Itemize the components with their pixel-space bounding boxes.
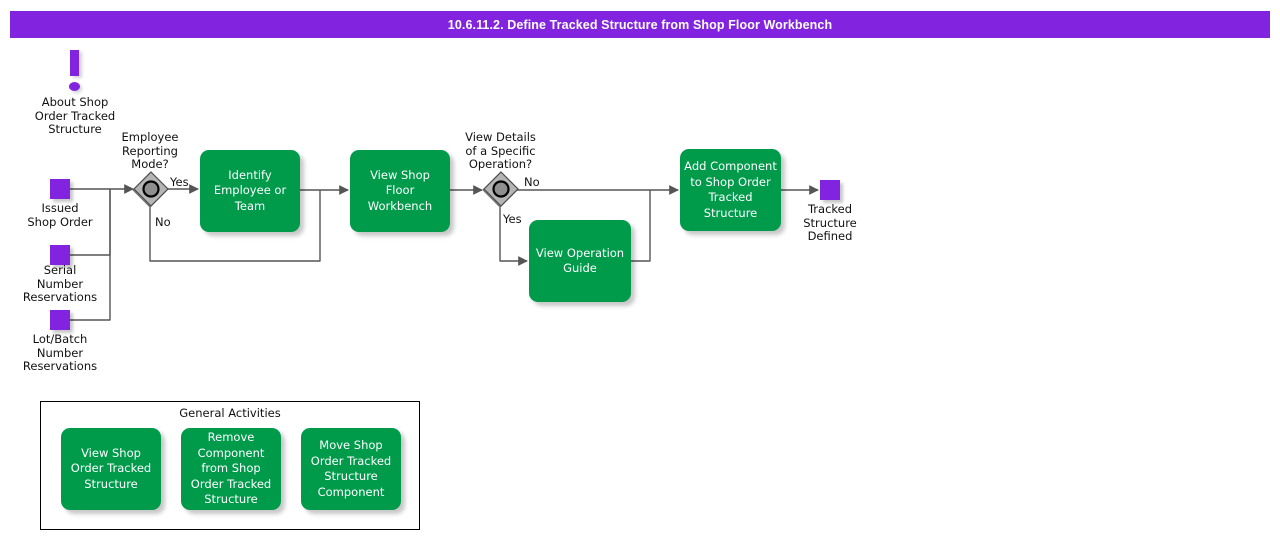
task-move-shop-order-tracked-structure-component[interactable]: Move Shop Order Tracked Structure Compon…: [301, 428, 401, 510]
start-event-label: Issued Shop Order: [27, 201, 93, 229]
gateway-view-details-label: View Details of a Specific Operation?: [465, 130, 536, 171]
exclamation-icon: [70, 50, 79, 76]
task-view-shop-floor-workbench[interactable]: View Shop Floor Workbench: [350, 150, 450, 232]
task-remove-component-from-shop-order-tracked-structure[interactable]: Remove Component from Shop Order Tracked…: [181, 428, 281, 510]
event-square-icon: [50, 310, 70, 330]
task-label: View Shop Floor Workbench: [367, 167, 433, 213]
task-label: Move Shop Order Tracked Structure Compon…: [310, 438, 392, 499]
event-square-icon: [50, 245, 70, 265]
start-event-label: Lot/Batch Number Reservations: [22, 332, 98, 373]
flow-label-employee-no: No: [155, 215, 171, 229]
flow-guide-merge: [631, 190, 651, 262]
task-add-component-to-shop-order-tracked-structure[interactable]: Add Component to Shop Order Tracked Stru…: [680, 149, 781, 231]
end-event-label: Tracked Structure Defined: [803, 202, 857, 243]
diagram-canvas: 10.6.11.2. Define Tracked Structure from…: [0, 0, 1280, 540]
gateway-employee-reporting-mode[interactable]: [131, 170, 171, 210]
task-label: Add Component to Shop Order Tracked Stru…: [684, 159, 777, 220]
page-title-bar: 10.6.11.2. Define Tracked Structure from…: [10, 11, 1270, 38]
task-view-operation-guide[interactable]: View Operation Guide: [529, 220, 631, 302]
start-event-label: Serial Number Reservations: [22, 263, 98, 304]
flow-label-employee-yes: Yes: [170, 175, 189, 189]
task-label: Identify Employee or Team: [213, 167, 287, 213]
event-square-icon: [820, 180, 840, 200]
flow-label-details-yes: Yes: [503, 212, 522, 226]
task-view-shop-order-tracked-structure[interactable]: View Shop Order Tracked Structure: [61, 428, 161, 510]
event-square-icon: [50, 179, 70, 199]
general-activities-panel: General Activities View Shop Order Track…: [40, 401, 420, 530]
exclamation-dot-icon: [69, 82, 80, 91]
page-title: 10.6.11.2. Define Tracked Structure from…: [447, 17, 833, 32]
general-activities-title: General Activities: [179, 406, 281, 420]
task-label: View Operation Guide: [535, 245, 625, 276]
flow-label-details-no: No: [524, 175, 540, 189]
gateway-employee-reporting-mode-label: Employee Reporting Mode?: [121, 130, 179, 171]
task-label: View Shop Order Tracked Structure: [70, 445, 152, 491]
task-identify-employee-or-team[interactable]: Identify Employee or Team: [200, 150, 300, 232]
task-label: Remove Component from Shop Order Tracked…: [190, 430, 272, 507]
gateway-view-details-specific-operation[interactable]: [481, 170, 521, 210]
